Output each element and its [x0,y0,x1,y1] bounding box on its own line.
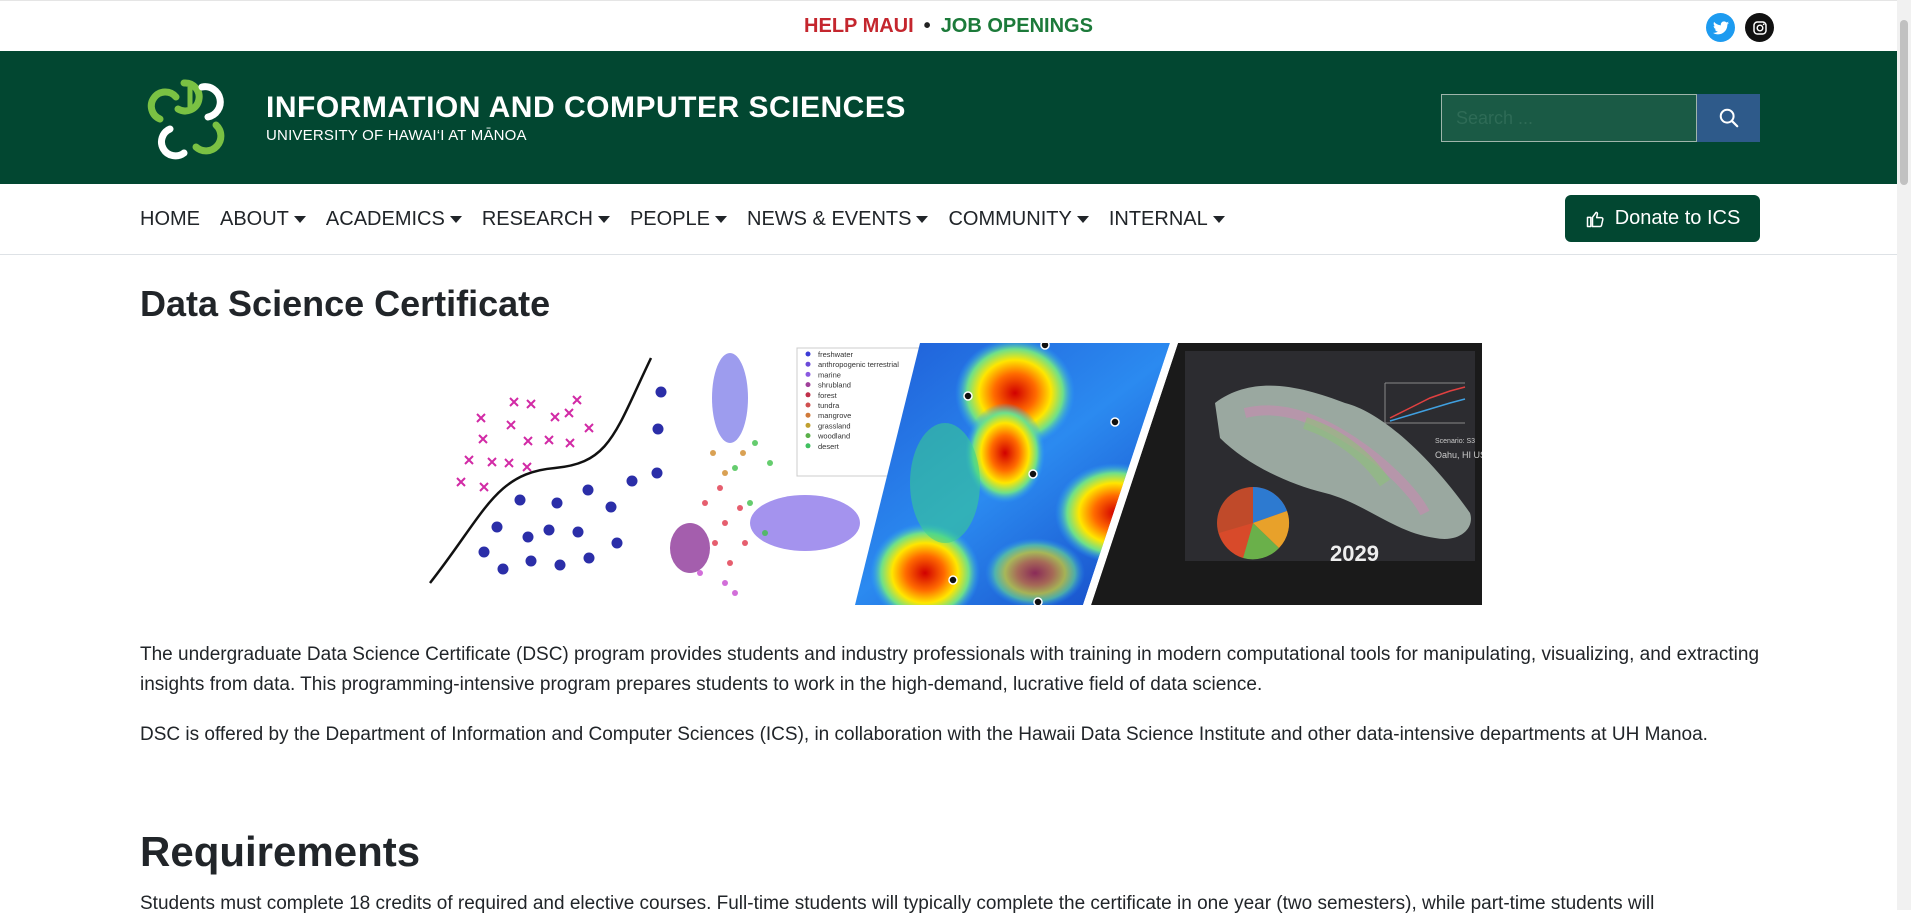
legend-marker [805,382,811,388]
page-scrollbar[interactable] [1897,0,1911,910]
map-label: Oahu, HI USA [1435,450,1482,460]
nav-item-academics[interactable]: ACADEMICS [326,208,462,231]
nav-item-news-events[interactable]: NEWS & EVENTS [747,208,929,231]
scrollbar-thumb[interactable] [1900,20,1908,185]
legend-marker [805,443,811,449]
nav-item-label: ACADEMICS [325,208,445,230]
twitter-icon[interactable] [1706,13,1735,42]
legend-marker [805,422,811,428]
intro-paragraph: The undergraduate Data Science Certifica… [140,644,1760,695]
university-subtitle: UNIVERSITY OF HAWAI‘I AT MĀNOA [266,127,527,144]
job-openings-link[interactable]: JOB OPENINGS [941,15,1093,37]
nav-item-people[interactable]: PEOPLE [630,208,727,231]
nav-item-internal[interactable]: INTERNAL [1109,208,1225,231]
help-maui-link[interactable]: HELP MAUI [804,15,914,37]
nav-item-home[interactable]: HOME [140,208,200,231]
nav-item-label: COMMUNITY [948,208,1072,230]
requirements-paragraph: Students must complete 18 credits of req… [140,893,1655,914]
nav-item-label: PEOPLE [629,208,710,230]
legend-marker [805,392,811,398]
legend-label: freshwater [818,350,854,359]
announcement-links: HELP MAUI • JOB OPENINGS [0,15,1897,38]
instagram-icon[interactable] [1745,13,1774,42]
year-label: 2029 [1330,541,1379,566]
legend-label: tundra [818,401,840,410]
legend-marker [805,361,811,367]
legend-marker [805,371,811,377]
legend-label: anthropogenic terrestrial [818,360,899,369]
nav-item-label: INTERNAL [1108,208,1208,230]
nav-item-about[interactable]: ABOUT [220,208,306,231]
department-title[interactable]: INFORMATION AND COMPUTER SCIENCES [266,91,906,125]
legend-label: desert [818,442,840,451]
caret-down-icon [715,216,727,223]
main-nav: HOME ABOUT ACADEMICS RESEARCH PEOPLE NEWS & E… [0,184,1897,255]
legend-label: forest [818,391,838,400]
caret-down-icon [597,216,610,223]
search-icon [1719,108,1738,128]
nav-item-research[interactable]: RESEARCH [482,208,610,231]
nav-item-label: HOME [140,208,200,230]
scenario-label: Scenario: S3 [1435,438,1475,445]
legend-marker [805,412,811,418]
legend-label: shrubland [818,381,851,390]
ics-logo[interactable] [146,73,234,161]
nav-item-label: ABOUT [220,208,289,230]
donate-label: Donate to ICS [1614,207,1741,229]
caret-down-icon [1212,216,1225,223]
search-input[interactable] [1441,94,1697,142]
offered-by-paragraph: DSC is offered by the Department of Info… [140,724,1708,745]
thumbs-up-icon [1586,211,1604,227]
nav-item-label: RESEARCH [481,208,593,230]
separator-dot: • [923,15,931,37]
requirements-heading: Requirements [140,828,421,875]
legend-label: mangrove [818,411,851,420]
nav-item-label: NEWS & EVENTS [747,208,912,230]
site-header: INFORMATION AND COMPUTER SCIENCES UNIVER… [0,51,1897,184]
caret-down-icon [449,216,462,223]
legend-label: grassland [818,421,851,430]
legend-marker [805,402,811,408]
nav-item-community[interactable]: COMMUNITY [948,208,1089,231]
data-science-banner: freshwateranthropogenic terrestrialmarin… [429,343,1482,605]
page-title: Data Science Certificate [140,283,551,324]
legend-marker [805,433,811,439]
caret-down-icon [916,216,929,223]
caret-down-icon [1076,216,1089,223]
legend-label: marine [818,370,841,379]
legend-label: woodland [817,432,850,441]
classifier-plot [429,357,667,584]
search-button[interactable] [1697,94,1760,142]
caret-down-icon [293,216,306,223]
nav-menu: HOME ABOUT ACADEMICS RESEARCH PEOPLE NEWS & E… [140,208,1245,231]
donate-button[interactable]: Donate to ICS [1565,195,1760,242]
legend-marker [805,351,811,357]
announcement-bar: HELP MAUI • JOB OPENINGS [0,0,1897,50]
